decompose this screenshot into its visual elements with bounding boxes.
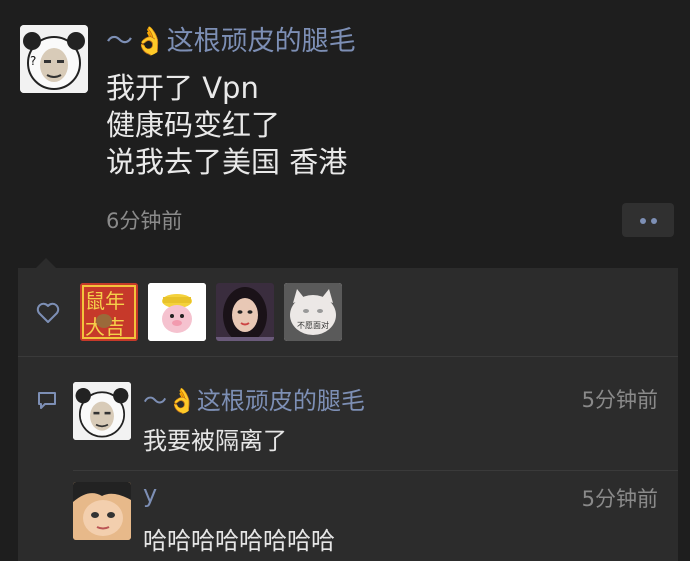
rat-year-sticker-icon: 鼠年 大吉	[80, 283, 138, 341]
commenter-avatar[interactable]	[73, 382, 131, 440]
likes-comments-panel: 鼠年 大吉	[18, 258, 678, 561]
heart-icon	[36, 302, 60, 323]
dot-icon	[651, 218, 657, 224]
comment-text: 哈哈哈哈哈哈哈哈	[143, 527, 335, 555]
liker-avatar[interactable]: 鼠年 大吉	[80, 283, 138, 341]
divider	[18, 356, 678, 357]
likes-row: 鼠年 大吉	[18, 268, 678, 356]
post-line: 我开了 Vpn	[106, 71, 259, 105]
liker-avatar[interactable]	[216, 283, 274, 341]
comment-icon	[38, 392, 56, 409]
commenter-name[interactable]: y	[143, 480, 157, 508]
comment-divider	[73, 470, 678, 471]
commenter-name[interactable]: ～👌这根顽皮的腿毛	[143, 381, 365, 416]
white-cat-icon	[284, 283, 342, 341]
more-actions-button[interactable]	[622, 203, 674, 237]
liker-avatar[interactable]	[148, 283, 206, 341]
anime-face-icon	[73, 482, 131, 540]
post-content: 我开了 Vpn 健康码变红了 说我去了美国 香港	[106, 70, 347, 181]
post-line: 说我去了美国 香港	[106, 145, 348, 179]
svg-text:?: ?	[30, 54, 36, 68]
sticker-caption: 不愿面对	[297, 321, 329, 330]
panda-meme-icon	[73, 382, 131, 440]
cartoon-duck-icon	[148, 283, 206, 341]
moments-post: ? ～👌这根顽皮的腿毛 我开了 Vpn 健康码变红了 说我去了美国 香港 6分钟…	[0, 0, 690, 268]
post-line: 健康码变红了	[106, 108, 281, 142]
commenter-avatar[interactable]	[73, 482, 131, 540]
poster-avatar[interactable]: ?	[20, 25, 88, 93]
liker-avatar[interactable]: 不愿面对	[284, 283, 342, 341]
dot-icon	[640, 218, 646, 224]
panel-caret	[36, 258, 56, 268]
panda-meme-icon: ?	[20, 25, 88, 93]
comment-text: 我要被隔离了	[143, 427, 287, 455]
post-time: 6分钟前	[106, 209, 183, 233]
poster-nickname[interactable]: ～👌这根顽皮的腿毛	[106, 24, 356, 60]
comment-time: 5分钟前	[581, 487, 658, 511]
svg-text:鼠年: 鼠年	[85, 289, 125, 313]
comment-time: 5分钟前	[581, 388, 658, 412]
girl-portrait-icon	[216, 283, 274, 341]
